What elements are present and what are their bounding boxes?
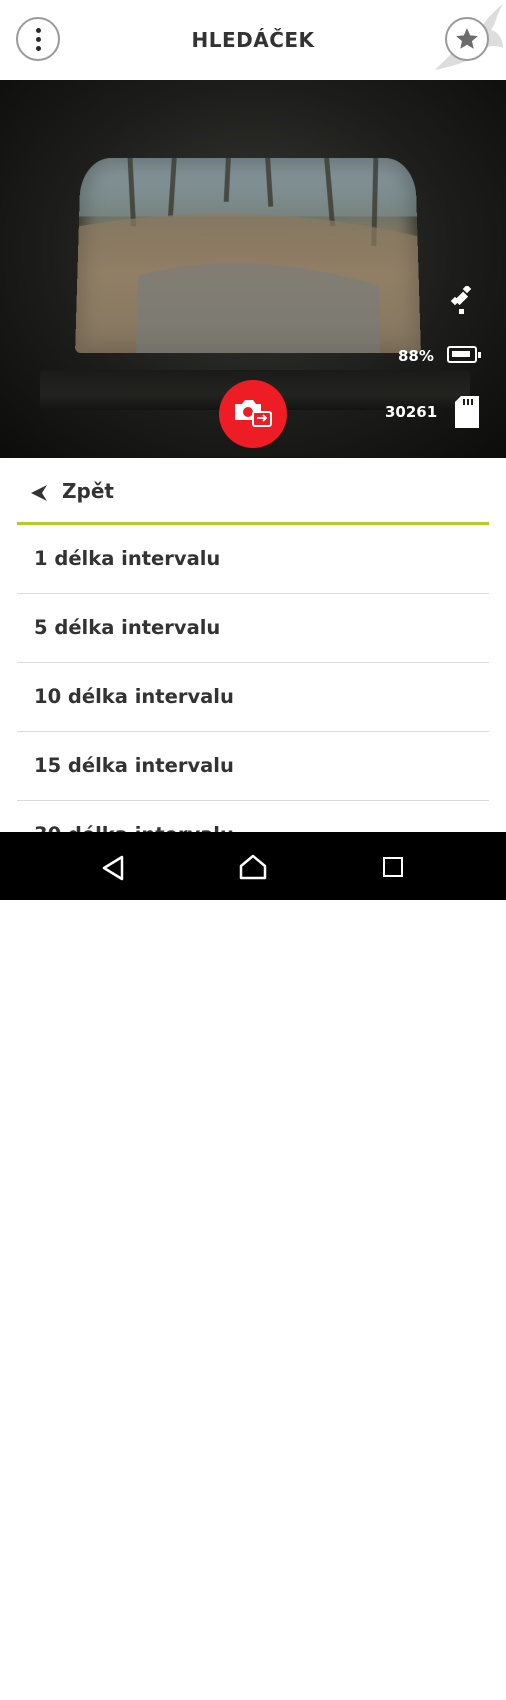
camera-switch-icon xyxy=(235,400,272,427)
list-item[interactable]: 5 délka intervalu xyxy=(17,594,489,663)
list-item[interactable]: 10 délka intervalu xyxy=(17,663,489,732)
battery-percent: 88% xyxy=(398,347,434,365)
live-preview xyxy=(75,158,421,354)
shutter-button[interactable] xyxy=(219,380,287,448)
list-item-label: 10 délka intervalu xyxy=(34,685,234,708)
interval-list: 1 délka intervalu 5 délka intervalu 10 d… xyxy=(17,525,489,870)
shots-remaining: 30261 xyxy=(385,403,438,421)
app-header: HLEDÁČEK xyxy=(0,0,506,80)
nav-back-icon[interactable] xyxy=(101,855,125,881)
list-item[interactable]: 15 délka intervalu xyxy=(17,732,489,801)
sd-card-icon xyxy=(455,396,479,428)
watermark: Jardův svět xyxy=(4,1674,142,1700)
favorite-button[interactable] xyxy=(445,17,489,61)
arrow-left-icon xyxy=(31,485,47,501)
system-navbar: Jardův svět xyxy=(0,832,506,1700)
back-label: Zpět xyxy=(62,479,114,503)
satellite-icon xyxy=(450,286,472,314)
list-item-label: 1 délka intervalu xyxy=(34,547,221,570)
star-icon xyxy=(456,28,478,49)
list-item[interactable]: 1 délka intervalu xyxy=(17,525,489,594)
nav-home-icon[interactable] xyxy=(239,854,267,880)
camera-viewfinder: 88% 30261 xyxy=(0,80,506,458)
back-row[interactable]: Zpět xyxy=(0,458,506,524)
list-item-label: 15 délka intervalu xyxy=(34,754,234,777)
battery-icon xyxy=(447,346,481,363)
nav-recent-icon[interactable] xyxy=(383,857,403,877)
list-item-label: 5 délka intervalu xyxy=(34,616,221,639)
